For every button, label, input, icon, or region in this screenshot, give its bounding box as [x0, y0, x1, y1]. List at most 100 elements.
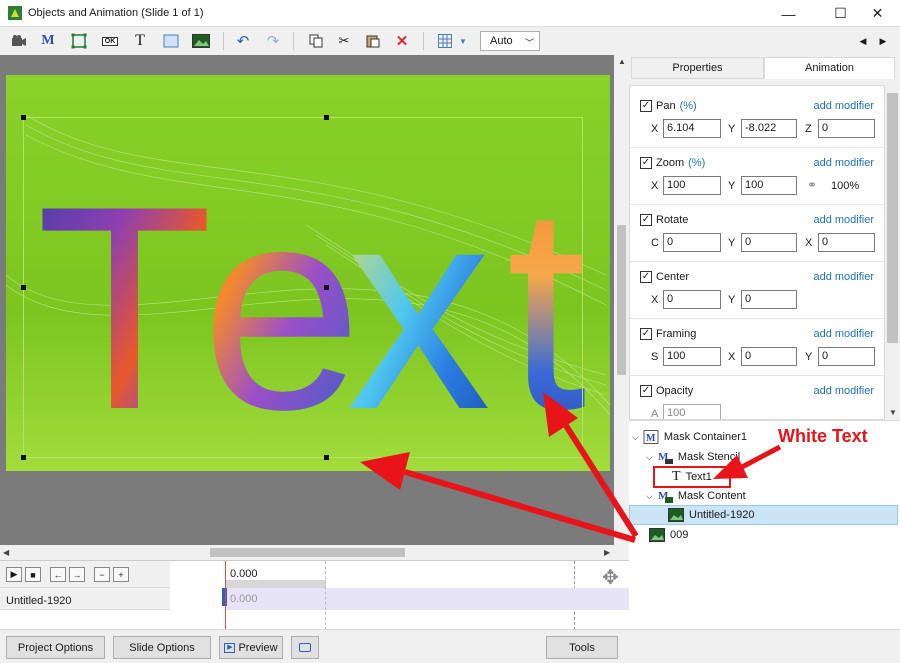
move-icon[interactable]: ✥ — [602, 565, 619, 590]
tree-item-untitled-1920[interactable]: Untitled-1920 — [629, 505, 898, 525]
add-modifier-link[interactable]: add modifier — [813, 328, 874, 340]
tab-animation[interactable]: Animation — [764, 57, 895, 79]
framing-s-field[interactable]: 100 — [663, 347, 721, 366]
image-icon[interactable] — [190, 31, 212, 51]
scroll-thumb[interactable] — [887, 93, 898, 343]
track-bar[interactable]: 0.000 — [225, 588, 629, 610]
stage-vertical-scrollbar[interactable]: ▲ — [614, 55, 629, 545]
center-x-field[interactable]: 0 — [663, 290, 721, 309]
center-y-field[interactable]: 0 — [741, 290, 797, 309]
zoom-in-button[interactable]: + — [113, 567, 129, 582]
nav-prev-icon[interactable]: ◀ — [852, 31, 874, 51]
pan-x-field[interactable]: 6.104 — [663, 119, 721, 138]
stop-button[interactable]: ■ — [25, 567, 41, 582]
framing-checkbox[interactable]: ✓ — [640, 328, 652, 340]
add-modifier-link[interactable]: add modifier — [813, 157, 874, 169]
time-label: 0.000 — [230, 568, 258, 580]
section-title: Opacity — [656, 385, 694, 397]
paste-icon[interactable] — [362, 31, 384, 51]
tree-item-009[interactable]: 009 — [649, 525, 688, 545]
zoom-checkbox[interactable]: ✓ — [640, 157, 652, 169]
mask-icon[interactable]: M — [37, 31, 59, 51]
resize-handle[interactable] — [21, 285, 26, 290]
properties-scrollbar[interactable]: ▼ — [885, 85, 900, 420]
scroll-right-icon[interactable]: ▶ — [604, 548, 610, 557]
undo-icon[interactable]: ↶ — [232, 31, 254, 51]
scroll-thumb[interactable] — [210, 548, 405, 557]
screen-icon — [299, 643, 311, 652]
tree-item-mask-content[interactable]: ⌵ M Mask Content — [646, 486, 746, 506]
slide-options-button[interactable]: Slide Options — [113, 636, 211, 659]
resize-handle[interactable] — [324, 115, 329, 120]
camera-icon[interactable] — [8, 31, 30, 51]
resize-handle[interactable] — [324, 285, 329, 290]
step-forward-button[interactable]: → — [69, 567, 85, 582]
grid-dropdown-icon[interactable]: ▼ — [456, 31, 470, 51]
tree-item-text1[interactable]: T Text1 — [653, 466, 731, 488]
chevron-down-icon[interactable]: ⌵ — [632, 432, 639, 443]
step-back-button[interactable]: ← — [50, 567, 66, 582]
zoom-out-button[interactable]: − — [94, 567, 110, 582]
tree-item-label: Untitled-1920 — [689, 509, 755, 521]
chevron-down-icon[interactable]: ⌵ — [646, 452, 653, 463]
slide-canvas[interactable]: T e x t — [6, 75, 610, 471]
pan-checkbox[interactable]: ✓ — [640, 100, 652, 112]
track-label[interactable]: Untitled-1920 — [0, 588, 170, 610]
copy-icon[interactable] — [305, 31, 327, 51]
zoom-x-field[interactable]: 100 — [663, 176, 721, 195]
timeline-ruler[interactable]: 0.000 — [170, 561, 629, 630]
slide-artwork: T e x t — [6, 75, 610, 471]
zoom-select[interactable]: Auto ﹀ — [480, 31, 540, 51]
redo-icon[interactable]: ↷ — [262, 31, 284, 51]
nav-next-icon[interactable]: ▶ — [872, 31, 894, 51]
resize-handle[interactable] — [21, 115, 26, 120]
add-modifier-link[interactable]: add modifier — [813, 385, 874, 397]
ok-button-icon[interactable]: OK — [99, 31, 121, 51]
zoom-y-field[interactable]: 100 — [741, 176, 797, 195]
playhead[interactable] — [225, 561, 226, 630]
section-framing: ✓ Framing add modifier S 100 X 0 Y 0 — [630, 319, 884, 376]
stage-horizontal-scrollbar[interactable]: ◀ ▶ — [0, 545, 614, 560]
framing-y-field[interactable]: 0 — [818, 347, 875, 366]
delete-icon[interactable]: ✕ — [391, 31, 413, 51]
preview-button[interactable]: ▶ Preview — [219, 636, 283, 659]
rectangle-icon[interactable] — [160, 31, 182, 51]
center-checkbox[interactable]: ✓ — [640, 271, 652, 283]
grid-icon[interactable] — [434, 31, 456, 51]
resize-handle[interactable] — [324, 455, 329, 460]
chevron-down-icon[interactable]: ⌵ — [646, 491, 653, 502]
rotate-checkbox[interactable]: ✓ — [640, 214, 652, 226]
opacity-checkbox[interactable]: ✓ — [640, 385, 652, 397]
framing-x-field[interactable]: 0 — [741, 347, 797, 366]
tree-item-mask-stencil[interactable]: ⌵ M Mask Stencil — [646, 447, 740, 467]
close-button[interactable]: ✕ — [855, 0, 900, 27]
rotate-x-field[interactable]: 0 — [818, 233, 875, 252]
pan-y-field[interactable]: -8.022 — [741, 119, 797, 138]
cut-icon[interactable]: ✂ — [333, 31, 355, 51]
tools-button[interactable]: Tools — [546, 636, 618, 659]
add-modifier-link[interactable]: add modifier — [813, 271, 874, 283]
scroll-down-icon[interactable]: ▼ — [889, 408, 897, 417]
add-modifier-link[interactable]: add modifier — [813, 100, 874, 112]
rotate-c-field[interactable]: 0 — [663, 233, 721, 252]
scroll-left-icon[interactable]: ◀ — [3, 548, 9, 557]
slide-text-letter-e: e — [201, 146, 362, 470]
scroll-up-icon[interactable]: ▲ — [618, 57, 626, 66]
field-label: X — [651, 294, 659, 306]
tree-item-mask-container[interactable]: ⌵ M Mask Container1 — [632, 427, 747, 447]
resize-handle[interactable] — [21, 455, 26, 460]
rotate-y-field[interactable]: 0 — [741, 233, 797, 252]
minimize-button[interactable]: — — [766, 0, 811, 27]
opacity-a-field[interactable]: 100 — [663, 404, 721, 419]
play-button[interactable]: ▶ — [6, 567, 22, 582]
project-options-button[interactable]: Project Options — [6, 636, 105, 659]
pan-z-field[interactable]: 0 — [818, 119, 875, 138]
link-icon[interactable]: ⚭ — [807, 178, 817, 192]
add-modifier-link[interactable]: add modifier — [813, 214, 874, 226]
screen-button[interactable] — [291, 636, 319, 659]
scroll-thumb[interactable] — [617, 225, 626, 375]
text-icon[interactable]: T — [129, 31, 151, 51]
section-title: Zoom (%) — [656, 157, 706, 169]
frame-icon[interactable] — [68, 31, 90, 51]
tab-properties[interactable]: Properties — [631, 57, 764, 79]
